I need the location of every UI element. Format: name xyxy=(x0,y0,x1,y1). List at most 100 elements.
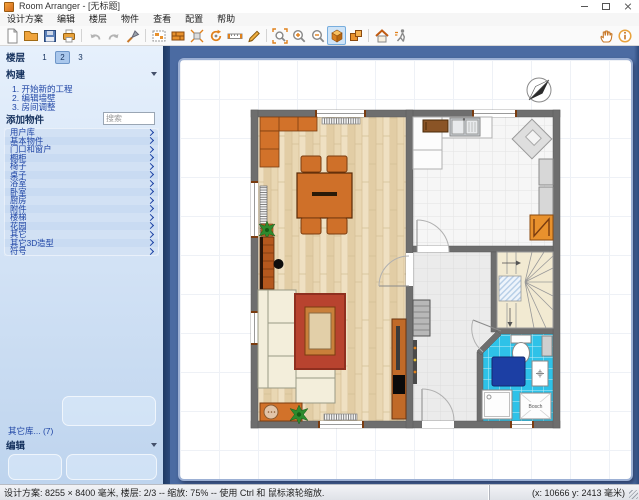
save-button[interactable] xyxy=(40,26,59,45)
cutting-board[interactable] xyxy=(423,120,448,132)
coffee-table[interactable] xyxy=(305,307,335,355)
edit-panel-left xyxy=(8,454,62,480)
kitchen-sink[interactable] xyxy=(450,118,480,136)
bathroom-sink[interactable] xyxy=(532,361,548,386)
wall-cabinets[interactable] xyxy=(539,159,553,215)
format-painter-button[interactable] xyxy=(123,26,142,45)
print-button[interactable] xyxy=(59,26,78,45)
floor-tab-1[interactable]: 1 xyxy=(37,51,52,64)
floor-tab-3[interactable]: 3 xyxy=(73,51,88,64)
menu-help[interactable]: 帮助 xyxy=(210,13,242,26)
stove[interactable] xyxy=(530,215,553,240)
shower-tray[interactable] xyxy=(482,390,512,419)
floor-lamp[interactable] xyxy=(274,259,284,269)
dining-chair xyxy=(327,218,347,234)
plan-canvas[interactable]: Bosch xyxy=(170,46,639,484)
floor-plan: Bosch xyxy=(180,60,631,479)
other-libraries-link[interactable]: 其它库... (7) xyxy=(8,425,53,436)
draw-pencil-button[interactable] xyxy=(244,26,263,45)
minimize-button[interactable] xyxy=(573,0,595,13)
menu-design[interactable]: 设计方案 xyxy=(0,13,50,26)
chevron-right-icon xyxy=(147,214,154,221)
sidebar-splitter[interactable] xyxy=(163,46,170,484)
walkthrough-button[interactable] xyxy=(391,26,410,45)
dining-chair xyxy=(301,156,321,172)
close-icon xyxy=(624,3,632,11)
window-blind xyxy=(322,118,360,124)
category-stairs[interactable]: 楼梯 xyxy=(4,213,159,222)
category-garden[interactable]: 花园 xyxy=(4,222,159,231)
menu-edit[interactable]: 编辑 xyxy=(50,13,82,26)
maximize-button[interactable] xyxy=(595,0,617,13)
cursor-coordinates: (x: 10666 y: 2413 毫米) xyxy=(489,485,639,500)
zoom-fit-button[interactable] xyxy=(270,26,289,45)
category-bathroom[interactable]: 浴室 xyxy=(4,179,159,188)
rotate-object-button[interactable] xyxy=(206,26,225,45)
floors-label: 楼层 xyxy=(6,50,25,64)
chevron-right-icon xyxy=(147,137,154,144)
edit-plan-button[interactable] xyxy=(149,26,168,45)
sidebar: 楼层 1 2 3 构建 1. 开始新的工程 2. 编辑墙壁 3. 房间调整 添加… xyxy=(0,46,163,484)
hand-tool-button[interactable] xyxy=(596,26,615,45)
menu-bar: 设计方案 编辑 楼层 物件 查看 配置 帮助 xyxy=(0,13,639,27)
washer-brand-label: Bosch xyxy=(529,404,543,410)
chevron-right-icon xyxy=(147,239,154,246)
menu-floors[interactable]: 楼层 xyxy=(82,13,114,26)
category-tables[interactable]: 桌子 xyxy=(4,171,159,180)
open-folder-button[interactable] xyxy=(21,26,40,45)
build-step-adjust-rooms[interactable]: 3. 房间调整 xyxy=(12,102,55,112)
window-living-top xyxy=(315,110,366,124)
washing-machine[interactable]: Bosch xyxy=(520,393,551,419)
maximize-icon xyxy=(602,3,610,10)
wall-tool-button[interactable] xyxy=(168,26,187,45)
chevron-right-icon xyxy=(147,163,154,170)
shoe-rack[interactable] xyxy=(413,300,430,336)
category-chairs[interactable]: 椅子 xyxy=(4,162,159,171)
view-3d-button[interactable] xyxy=(327,26,346,45)
category-symbols[interactable]: 符号 xyxy=(4,247,159,256)
redo-button[interactable] xyxy=(104,26,123,45)
house-3d-button[interactable] xyxy=(372,26,391,45)
bookshelf[interactable] xyxy=(260,237,274,289)
coat-hooks[interactable] xyxy=(413,340,417,384)
object-categories: 用户库 基本物件 门口和窗户 橱柜 椅子 桌子 浴室 卧室 厨房 附件 楼梯 花… xyxy=(4,128,159,256)
tv xyxy=(393,375,405,394)
objects-3d-button[interactable] xyxy=(346,26,365,45)
category-other-3d[interactable]: 其它3D造型 xyxy=(4,239,159,248)
window-bathroom-bottom xyxy=(510,421,534,428)
floor-tab-2[interactable]: 2 xyxy=(55,51,70,64)
menu-objects[interactable]: 物件 xyxy=(114,13,146,26)
menu-view[interactable]: 查看 xyxy=(146,13,178,26)
toolbar xyxy=(0,26,639,46)
close-button[interactable] xyxy=(617,0,639,13)
measure-button[interactable] xyxy=(225,26,244,45)
window-living-left-2 xyxy=(251,311,258,345)
build-section-header[interactable]: 构建 xyxy=(6,68,157,80)
menu-options[interactable]: 配置 xyxy=(178,13,210,26)
status-bar: 设计方案: 8255 × 8400 毫米, 楼层: 2/3 -- 缩放: 75%… xyxy=(0,484,639,500)
about-info-button[interactable] xyxy=(615,26,634,45)
resize-object-button[interactable] xyxy=(187,26,206,45)
edit-section-header[interactable]: 编辑 xyxy=(6,439,157,451)
category-cabinets[interactable]: 橱柜 xyxy=(4,154,159,163)
bathroom-cabinet[interactable] xyxy=(542,336,552,356)
window-living-bottom xyxy=(318,414,364,428)
new-file-button[interactable] xyxy=(2,26,21,45)
edit-panel-right xyxy=(66,454,157,480)
minimize-icon xyxy=(581,6,588,7)
search-input[interactable] xyxy=(103,112,155,125)
category-kitchen[interactable]: 厨房 xyxy=(4,196,159,205)
category-accessories[interactable]: 附件 xyxy=(4,205,159,214)
chevron-right-icon xyxy=(147,231,154,238)
undo-button[interactable] xyxy=(85,26,104,45)
canvas-edge-shadow xyxy=(634,46,639,484)
resize-grip[interactable] xyxy=(629,490,638,499)
tv-cabinet[interactable] xyxy=(392,319,406,419)
category-doors-windows[interactable]: 门口和窗户 xyxy=(4,145,159,154)
chevron-right-icon xyxy=(147,205,154,212)
zoom-in-button[interactable] xyxy=(289,26,308,45)
category-bedroom[interactable]: 卧室 xyxy=(4,188,159,197)
bathtub[interactable] xyxy=(492,357,525,386)
zoom-out-button[interactable] xyxy=(308,26,327,45)
chevron-right-icon xyxy=(147,154,154,161)
